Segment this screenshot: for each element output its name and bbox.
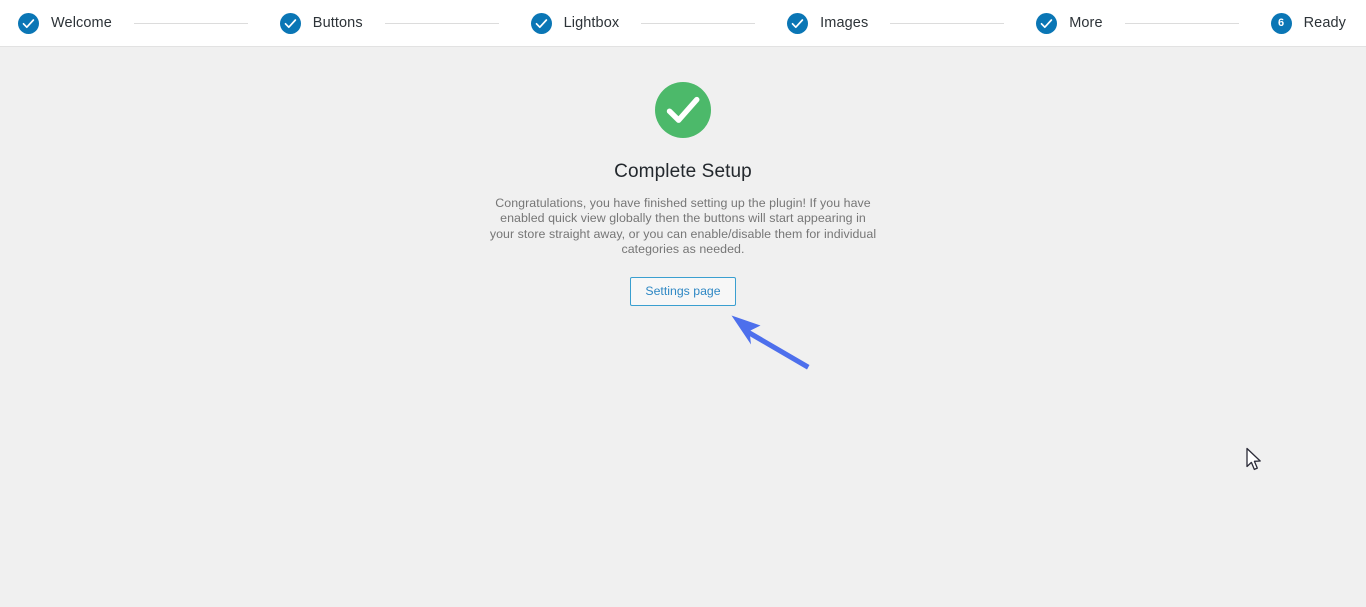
mouse-pointer-icon [1245,447,1263,473]
step-item-images[interactable]: Images [769,12,869,34]
step-item-ready[interactable]: 6 Ready [1253,12,1366,34]
page-description: Congratulations, you have finished setti… [489,195,877,257]
step-label: Lightbox [563,15,620,31]
step-connector-line [890,22,1005,24]
complete-setup-panel: Complete Setup Congratulations, you have… [0,47,1366,306]
arrow-pointer-icon [722,305,818,371]
step-label: Welcome [51,15,112,31]
check-circle-icon [1036,12,1058,34]
step-label: Buttons [312,15,363,31]
step-item-lightbox[interactable]: Lightbox [513,12,620,34]
green-check-circle-icon [655,82,711,138]
setup-wizard-step-bar: Welcome Buttons Lightbox Images More 6 R… [0,0,1366,47]
check-circle-icon [18,12,39,34]
step-number-badge: 6 [1270,12,1292,34]
step-label: Ready [1303,15,1346,31]
wizard-content-area: Complete Setup Congratulations, you have… [0,47,1366,607]
step-connector-line [641,22,756,24]
step-connector-line [384,22,499,24]
step-item-buttons[interactable]: Buttons [262,12,363,34]
step-item-more[interactable]: More [1018,12,1103,34]
check-circle-icon [530,12,552,34]
step-connector-line [133,22,248,24]
step-label: Images [820,15,869,31]
page-title: Complete Setup [614,161,752,182]
check-circle-icon [279,12,301,34]
step-number-label: 6 [1278,16,1285,29]
check-circle-icon [787,12,809,34]
step-connector-line [1124,22,1239,24]
step-label: More [1069,15,1103,31]
settings-page-button[interactable]: Settings page [630,276,736,306]
step-item-welcome[interactable]: Welcome [0,12,112,34]
